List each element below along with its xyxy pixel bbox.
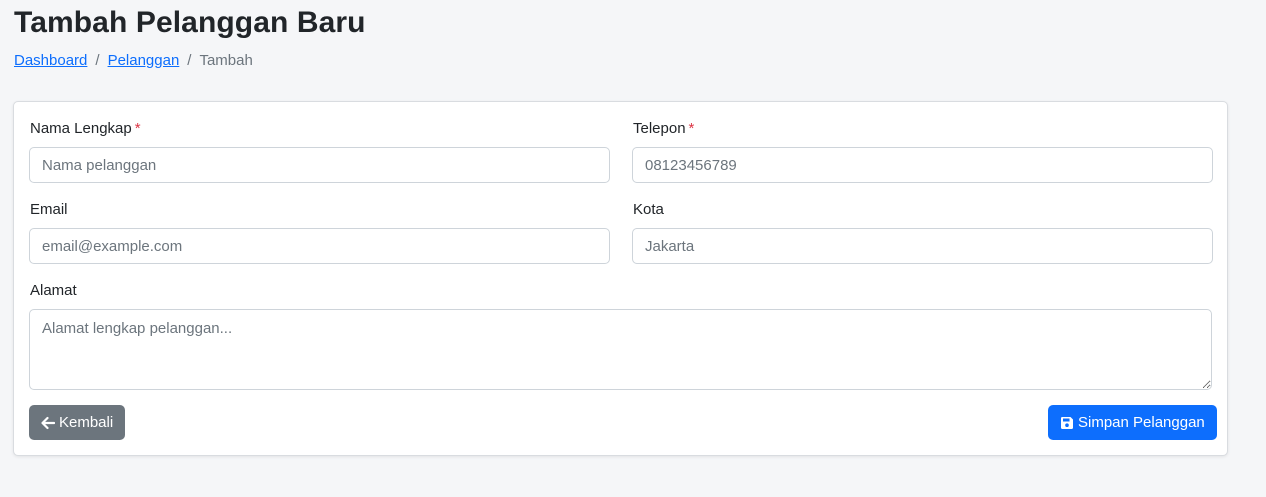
telepon-label: Telepon *	[633, 120, 694, 142]
floppy-disk-icon	[1060, 416, 1074, 430]
save-button-label: Simpan Pelanggan	[1078, 414, 1205, 431]
alamat-label: Alamat	[30, 282, 77, 299]
back-button[interactable]: Kembali	[29, 405, 126, 440]
breadcrumb-link-pelanggan[interactable]: Pelanggan	[108, 52, 180, 69]
page: Tambah Pelanggan Baru Dashboard / Pelang…	[0, 0, 1266, 497]
alamat-field-group: Alamat	[30, 282, 77, 304]
nama-field-group: Nama Lengkap *	[30, 120, 141, 142]
required-mark: *	[688, 120, 695, 137]
kota-input[interactable]	[632, 228, 1213, 264]
required-mark: *	[134, 120, 141, 137]
page-title: Tambah Pelanggan Baru	[14, 6, 366, 39]
kota-field-group: Kota	[633, 201, 664, 223]
telepon-field-group: Telepon *	[633, 120, 694, 142]
breadcrumb-separator: /	[95, 52, 100, 69]
kota-label: Kota	[633, 201, 664, 218]
back-button-label: Kembali	[59, 414, 114, 431]
email-input[interactable]	[29, 228, 610, 264]
nama-label: Nama Lengkap *	[30, 120, 141, 142]
breadcrumb-link-dashboard[interactable]: Dashboard	[14, 52, 87, 69]
nama-label-text: Nama Lengkap	[30, 120, 132, 137]
breadcrumb-current: Tambah	[199, 52, 253, 69]
email-label: Email	[30, 201, 68, 218]
save-customer-button[interactable]: Simpan Pelanggan	[1048, 405, 1217, 440]
telepon-input[interactable]	[632, 147, 1213, 183]
breadcrumb: Dashboard / Pelanggan / Tambah	[14, 52, 253, 69]
telepon-label-text: Telepon	[633, 120, 686, 137]
alamat-textarea[interactable]	[29, 309, 1212, 390]
nama-input[interactable]	[29, 147, 610, 183]
email-field-group: Email	[30, 201, 68, 223]
customer-form-card: Nama Lengkap* Telepon* Email Kota Alamat…	[13, 101, 1228, 456]
breadcrumb-separator: /	[187, 52, 192, 69]
arrow-left-icon	[41, 416, 55, 430]
